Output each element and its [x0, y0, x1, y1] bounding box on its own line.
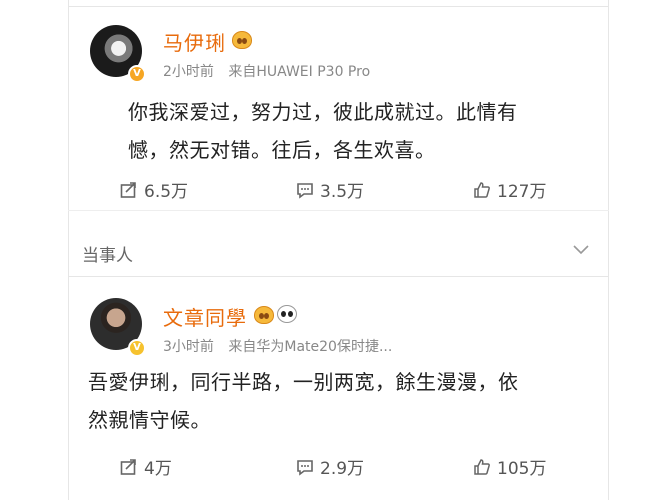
chevron-down-icon[interactable] — [573, 245, 589, 255]
like-icon — [474, 181, 490, 198]
emoji-icon — [232, 31, 252, 49]
like-button[interactable]: 105万 — [473, 454, 546, 479]
share-icon — [120, 181, 136, 198]
verified-badge-icon: V — [128, 339, 146, 357]
comment-icon — [297, 459, 313, 476]
post-meta: 2小时前 来自HUAWEI P30 Pro — [163, 61, 370, 81]
post-time: 3小时前 — [163, 339, 214, 355]
post-text: 你我深爱过，努力过，彼此成就过。此情有 憾，然无对错。往后，各生欢喜。 — [128, 93, 598, 169]
post-meta: 3小时前 来自华为Mate20保时捷... — [163, 336, 392, 356]
section-header[interactable]: 当事人 — [68, 233, 609, 273]
weibo-post: V 马伊琍 2小时前 来自HUAWEI P30 Pro 你我深爱过，努力过，彼此… — [68, 7, 609, 217]
emoji-icon — [254, 306, 274, 324]
post-text-line: 吾愛伊琍，同行半路，一别两宽，餘生漫漫，依 — [88, 370, 519, 394]
weibo-post: V 文章同學 3小时前 来自华为Mate20保时捷... 吾愛伊琍，同行半路，一… — [68, 278, 609, 500]
action-bar: 6.5万 3.5万 127万 — [68, 171, 609, 205]
like-button[interactable]: 127万 — [473, 177, 546, 202]
section-divider — [68, 276, 609, 277]
author-name[interactable]: 文章同學 — [163, 302, 247, 331]
verified-badge-icon: V — [128, 65, 146, 83]
comment-icon — [297, 182, 313, 199]
action-bar: 4万 2.9万 105万 — [68, 448, 609, 482]
post-text-line: 然親情守候。 — [88, 408, 211, 432]
post-time: 2小时前 — [163, 64, 214, 80]
post-source: 来自华为Mate20保时捷... — [228, 339, 393, 355]
post-text-line: 你我深爱过，努力过，彼此成就过。此情有 — [128, 100, 518, 124]
post-source: 来自HUAWEI P30 Pro — [228, 64, 371, 80]
comment-button[interactable]: 3.5万 — [296, 177, 364, 202]
post-text: 吾愛伊琍，同行半路，一别两宽，餘生漫漫，依 然親情守候。 — [88, 363, 558, 439]
comment-count: 3.5万 — [320, 182, 365, 202]
author-name[interactable]: 马伊琍 — [163, 27, 226, 56]
like-count: 105万 — [497, 459, 547, 479]
post-text-line: 憾，然无对错。往后，各生欢喜。 — [128, 138, 436, 162]
section-divider — [68, 210, 609, 211]
comment-button[interactable]: 2.9万 — [296, 454, 364, 479]
repost-button[interactable]: 4万 — [120, 454, 172, 479]
repost-count: 6.5万 — [144, 182, 189, 202]
like-icon — [474, 458, 490, 475]
comment-count: 2.9万 — [320, 459, 365, 479]
share-icon — [120, 458, 136, 475]
panda-icon — [277, 305, 297, 323]
section-label: 当事人 — [82, 246, 133, 266]
like-count: 127万 — [497, 182, 547, 202]
repost-count: 4万 — [144, 459, 172, 479]
repost-button[interactable]: 6.5万 — [120, 177, 188, 202]
